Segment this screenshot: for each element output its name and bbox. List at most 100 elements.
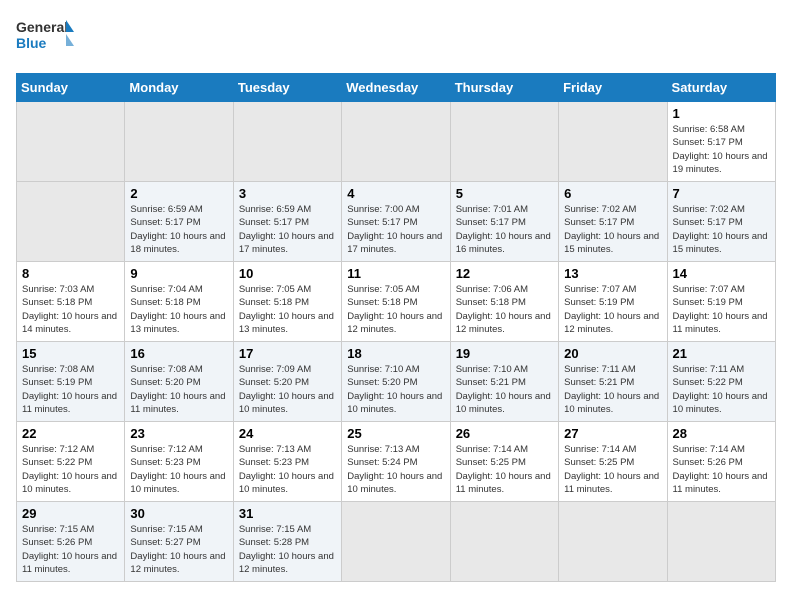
day-info: Sunrise: 7:09 AMSunset: 5:20 PMDaylight:… bbox=[239, 364, 334, 415]
day-info: Sunrise: 7:08 AMSunset: 5:19 PMDaylight:… bbox=[22, 364, 117, 415]
calendar-day-19: 19 Sunrise: 7:10 AMSunset: 5:21 PMDayligh… bbox=[450, 342, 558, 422]
day-number: 18 bbox=[347, 346, 444, 361]
day-info: Sunrise: 7:06 AMSunset: 5:18 PMDaylight:… bbox=[456, 284, 551, 335]
day-info: Sunrise: 7:10 AMSunset: 5:20 PMDaylight:… bbox=[347, 364, 442, 415]
calendar-day-4: 4Sunrise: 7:00 AMSunset: 5:17 PMDaylight… bbox=[342, 182, 450, 262]
empty-cell bbox=[17, 102, 125, 182]
calendar-week-row: 22 Sunrise: 7:12 AMSunset: 5:22 PMDayligh… bbox=[17, 422, 776, 502]
calendar-week-row: 15 Sunrise: 7:08 AMSunset: 5:19 PMDayligh… bbox=[17, 342, 776, 422]
day-number: 13 bbox=[564, 266, 661, 281]
calendar-day-28: 28 Sunrise: 7:14 AMSunset: 5:26 PMDayligh… bbox=[667, 422, 775, 502]
calendar-day-22: 22 Sunrise: 7:12 AMSunset: 5:22 PMDayligh… bbox=[17, 422, 125, 502]
day-number: 30 bbox=[130, 506, 227, 521]
day-info: Sunrise: 7:03 AMSunset: 5:18 PMDaylight:… bbox=[22, 284, 117, 335]
calendar-day-10: 10 Sunrise: 7:05 AMSunset: 5:18 PMDayligh… bbox=[233, 262, 341, 342]
calendar-day-31: 31 Sunrise: 7:15 AMSunset: 5:28 PMDayligh… bbox=[233, 502, 341, 582]
calendar-day-23: 23 Sunrise: 7:12 AMSunset: 5:23 PMDayligh… bbox=[125, 422, 233, 502]
day-info: Sunrise: 7:12 AMSunset: 5:23 PMDaylight:… bbox=[130, 444, 225, 495]
col-header-friday: Friday bbox=[559, 74, 667, 102]
empty-cell bbox=[342, 502, 450, 582]
calendar-day-21: 21Sunrise: 7:11 AMSunset: 5:22 PMDayligh… bbox=[667, 342, 775, 422]
day-info: Sunrise: 7:11 AMSunset: 5:21 PMDaylight:… bbox=[564, 364, 659, 415]
day-number: 29 bbox=[22, 506, 119, 521]
calendar-day-3: 3 Sunrise: 6:59 AMSunset: 5:17 PMDaylight… bbox=[233, 182, 341, 262]
day-info: Sunrise: 7:15 AMSunset: 5:28 PMDaylight:… bbox=[239, 524, 334, 575]
col-header-saturday: Saturday bbox=[667, 74, 775, 102]
calendar-week-row: 1 Sunrise: 6:58 AMSunset: 5:17 PMDaylight… bbox=[17, 102, 776, 182]
empty-cell bbox=[342, 102, 450, 182]
calendar-day-7: 7 Sunrise: 7:02 AMSunset: 5:17 PMDaylight… bbox=[667, 182, 775, 262]
day-number: 31 bbox=[239, 506, 336, 521]
day-number: 3 bbox=[239, 186, 336, 201]
day-number: 1 bbox=[673, 106, 770, 121]
calendar-day-8: 8 Sunrise: 7:03 AMSunset: 5:18 PMDaylight… bbox=[17, 262, 125, 342]
calendar-day-1: 1 Sunrise: 6:58 AMSunset: 5:17 PMDaylight… bbox=[667, 102, 775, 182]
svg-text:General: General bbox=[16, 19, 68, 35]
day-number: 14 bbox=[673, 266, 770, 281]
day-number: 22 bbox=[22, 426, 119, 441]
empty-cell bbox=[450, 502, 558, 582]
calendar-day-20: 20Sunrise: 7:11 AMSunset: 5:21 PMDayligh… bbox=[559, 342, 667, 422]
day-number: 23 bbox=[130, 426, 227, 441]
col-header-tuesday: Tuesday bbox=[233, 74, 341, 102]
day-number: 10 bbox=[239, 266, 336, 281]
calendar-week-row: 29Sunrise: 7:15 AMSunset: 5:26 PMDayligh… bbox=[17, 502, 776, 582]
calendar-day-13: 13Sunrise: 7:07 AMSunset: 5:19 PMDayligh… bbox=[559, 262, 667, 342]
calendar-day-29: 29Sunrise: 7:15 AMSunset: 5:26 PMDayligh… bbox=[17, 502, 125, 582]
day-number: 25 bbox=[347, 426, 444, 441]
day-info: Sunrise: 7:10 AMSunset: 5:21 PMDaylight:… bbox=[456, 364, 551, 415]
logo-svg: General Blue bbox=[16, 16, 76, 61]
day-number: 15 bbox=[22, 346, 119, 361]
day-number: 28 bbox=[673, 426, 770, 441]
page-header: General Blue bbox=[16, 16, 776, 61]
calendar-day-27: 27 Sunrise: 7:14 AMSunset: 5:25 PMDayligh… bbox=[559, 422, 667, 502]
day-number: 11 bbox=[347, 266, 444, 281]
calendar-day-14: 14 Sunrise: 7:07 AMSunset: 5:19 PMDayligh… bbox=[667, 262, 775, 342]
day-info: Sunrise: 7:14 AMSunset: 5:25 PMDaylight:… bbox=[564, 444, 659, 495]
day-info: Sunrise: 7:02 AMSunset: 5:17 PMDaylight:… bbox=[673, 204, 768, 255]
svg-text:Blue: Blue bbox=[16, 35, 47, 51]
day-info: Sunrise: 7:14 AMSunset: 5:26 PMDaylight:… bbox=[673, 444, 768, 495]
day-number: 26 bbox=[456, 426, 553, 441]
day-info: Sunrise: 6:58 AMSunset: 5:17 PMDaylight:… bbox=[673, 124, 768, 175]
day-number: 19 bbox=[456, 346, 553, 361]
day-number: 5 bbox=[456, 186, 553, 201]
day-number: 4 bbox=[347, 186, 444, 201]
calendar-week-row: 2 Sunrise: 6:59 AMSunset: 5:17 PMDaylight… bbox=[17, 182, 776, 262]
day-info: Sunrise: 7:12 AMSunset: 5:22 PMDaylight:… bbox=[22, 444, 117, 495]
day-info: Sunrise: 6:59 AMSunset: 5:17 PMDaylight:… bbox=[239, 204, 334, 255]
day-info: Sunrise: 7:05 AMSunset: 5:18 PMDaylight:… bbox=[239, 284, 334, 335]
calendar-week-row: 8 Sunrise: 7:03 AMSunset: 5:18 PMDaylight… bbox=[17, 262, 776, 342]
day-number: 27 bbox=[564, 426, 661, 441]
calendar-day-9: 9Sunrise: 7:04 AMSunset: 5:18 PMDaylight… bbox=[125, 262, 233, 342]
day-info: Sunrise: 7:05 AMSunset: 5:18 PMDaylight:… bbox=[347, 284, 442, 335]
calendar-day-30: 30 Sunrise: 7:15 AMSunset: 5:27 PMDayligh… bbox=[125, 502, 233, 582]
day-number: 8 bbox=[22, 266, 119, 281]
day-info: Sunrise: 7:08 AMSunset: 5:20 PMDaylight:… bbox=[130, 364, 225, 415]
day-info: Sunrise: 7:01 AMSunset: 5:17 PMDaylight:… bbox=[456, 204, 551, 255]
day-info: Sunrise: 7:14 AMSunset: 5:25 PMDaylight:… bbox=[456, 444, 551, 495]
calendar-day-17: 17Sunrise: 7:09 AMSunset: 5:20 PMDayligh… bbox=[233, 342, 341, 422]
empty-cell bbox=[559, 102, 667, 182]
empty-cell bbox=[450, 102, 558, 182]
calendar-day-2: 2 Sunrise: 6:59 AMSunset: 5:17 PMDaylight… bbox=[125, 182, 233, 262]
calendar-header-row: SundayMondayTuesdayWednesdayThursdayFrid… bbox=[17, 74, 776, 102]
day-number: 24 bbox=[239, 426, 336, 441]
day-number: 7 bbox=[673, 186, 770, 201]
day-number: 16 bbox=[130, 346, 227, 361]
col-header-wednesday: Wednesday bbox=[342, 74, 450, 102]
day-info: Sunrise: 7:07 AMSunset: 5:19 PMDaylight:… bbox=[673, 284, 768, 335]
day-info: Sunrise: 7:15 AMSunset: 5:27 PMDaylight:… bbox=[130, 524, 225, 575]
day-number: 2 bbox=[130, 186, 227, 201]
empty-cell bbox=[559, 502, 667, 582]
col-header-thursday: Thursday bbox=[450, 74, 558, 102]
day-info: Sunrise: 6:59 AMSunset: 5:17 PMDaylight:… bbox=[130, 204, 225, 255]
empty-cell bbox=[17, 182, 125, 262]
calendar-day-16: 16 Sunrise: 7:08 AMSunset: 5:20 PMDayligh… bbox=[125, 342, 233, 422]
calendar-day-12: 12 Sunrise: 7:06 AMSunset: 5:18 PMDayligh… bbox=[450, 262, 558, 342]
day-number: 12 bbox=[456, 266, 553, 281]
col-header-monday: Monday bbox=[125, 74, 233, 102]
day-info: Sunrise: 7:02 AMSunset: 5:17 PMDaylight:… bbox=[564, 204, 659, 255]
calendar-day-6: 6Sunrise: 7:02 AMSunset: 5:17 PMDaylight… bbox=[559, 182, 667, 262]
logo: General Blue bbox=[16, 16, 76, 61]
